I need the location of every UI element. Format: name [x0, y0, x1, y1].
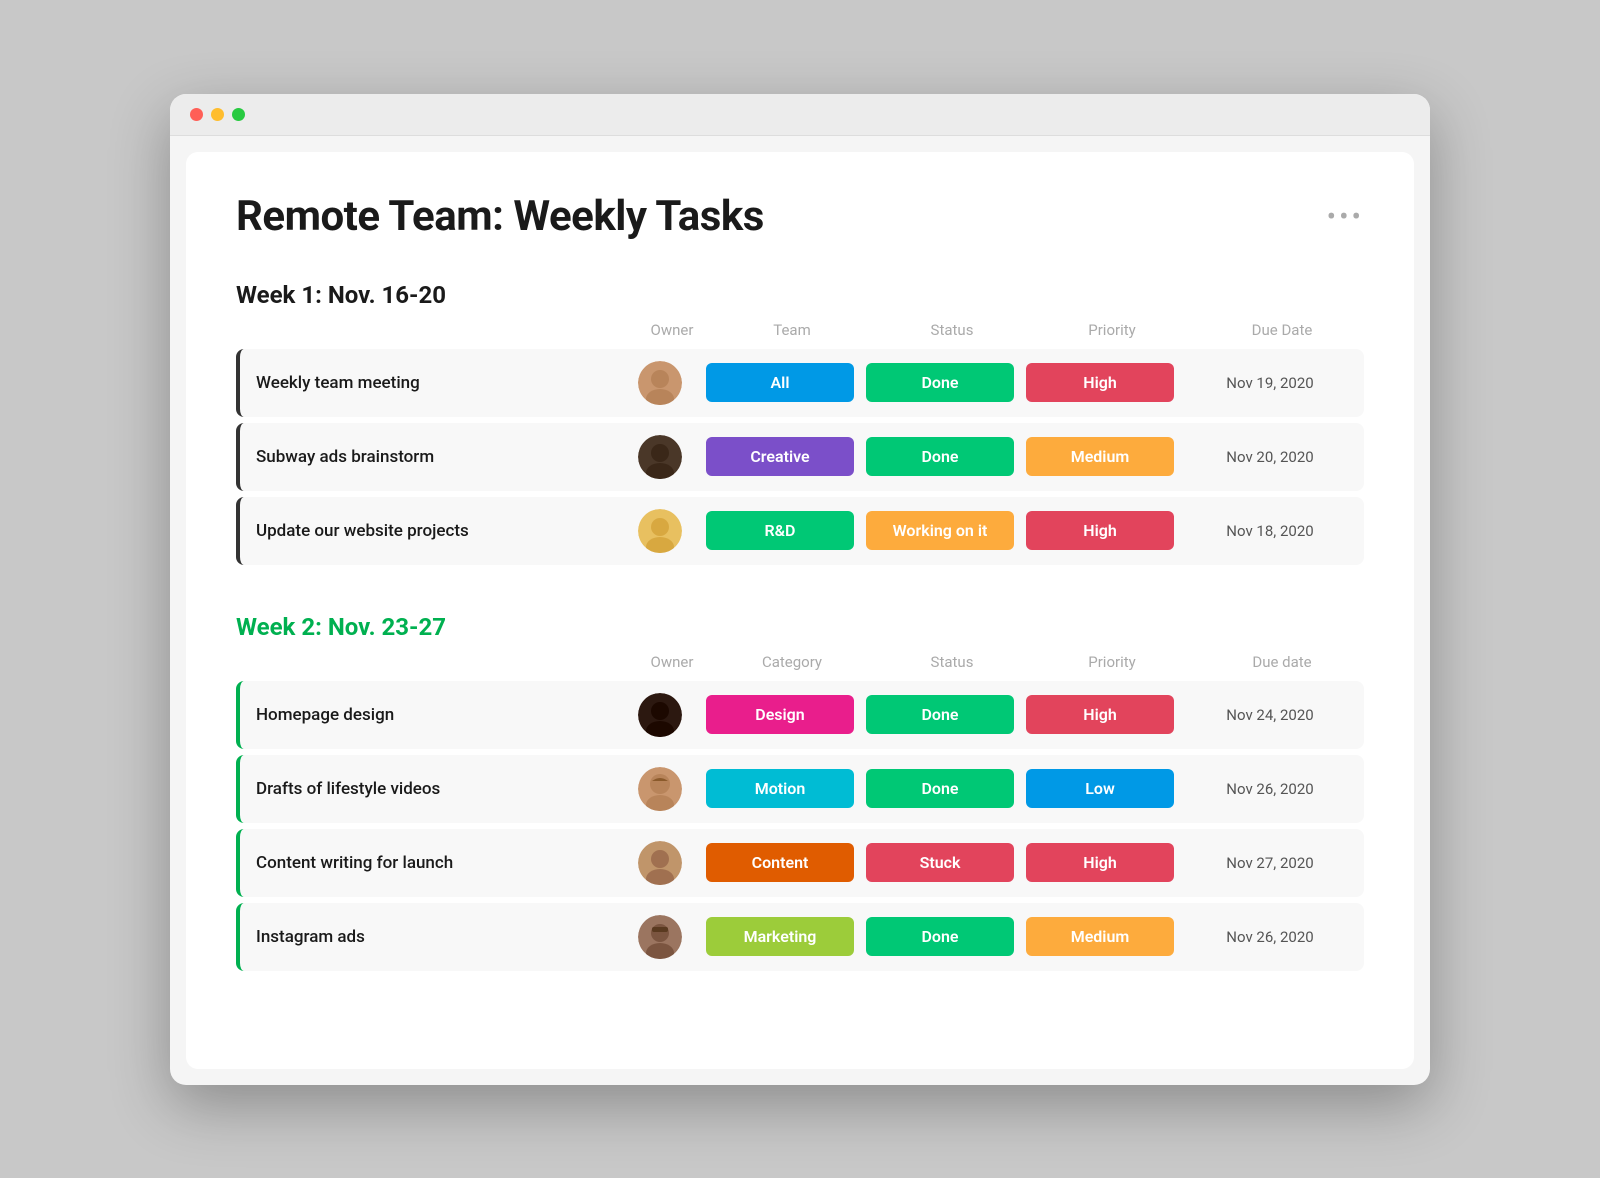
- col-priority-w2: Priority: [1032, 653, 1192, 671]
- avatar: [620, 361, 700, 405]
- week1-header: Week 1: Nov. 16-20: [236, 281, 1364, 309]
- task-name: Instagram ads: [240, 911, 620, 963]
- priority-badge[interactable]: High: [1020, 363, 1180, 402]
- avatar: [620, 841, 700, 885]
- table-row[interactable]: Homepage design Design Done High Nov 24,…: [236, 681, 1364, 749]
- table-row[interactable]: Update our website projects R&D Working …: [236, 497, 1364, 565]
- week2-task-list: Homepage design Design Done High Nov 24,…: [236, 681, 1364, 971]
- row-add-button[interactable]: +: [1360, 443, 1364, 471]
- minimize-dot[interactable]: [211, 108, 224, 121]
- priority-badge[interactable]: Low: [1020, 769, 1180, 808]
- priority-badge[interactable]: Medium: [1020, 437, 1180, 476]
- due-date: Nov 26, 2020: [1180, 780, 1360, 798]
- status-badge[interactable]: Done: [860, 769, 1020, 808]
- priority-badge[interactable]: High: [1020, 695, 1180, 734]
- app-window: Remote Team: Weekly Tasks ••• Week 1: No…: [170, 94, 1430, 1085]
- table-row[interactable]: Drafts of lifestyle videos Motion Done L…: [236, 755, 1364, 823]
- week2-title: Week 2: Nov. 23-27: [236, 613, 446, 641]
- task-name: Homepage design: [240, 689, 620, 741]
- task-name: Drafts of lifestyle videos: [240, 763, 620, 815]
- team-badge[interactable]: All: [700, 363, 860, 402]
- col-duedate-w2: Due date: [1192, 653, 1372, 671]
- row-add-button[interactable]: +: [1360, 849, 1364, 877]
- due-date: Nov 19, 2020: [1180, 374, 1360, 392]
- row-add-button[interactable]: +: [1360, 369, 1364, 397]
- week1-col-headers: Owner Team Status Priority Due Date: [236, 321, 1364, 345]
- table-row[interactable]: Content writing for launch Content Stuck…: [236, 829, 1364, 897]
- status-badge[interactable]: Stuck: [860, 843, 1020, 882]
- task-name: Weekly team meeting: [240, 357, 620, 409]
- week2-header: Week 2: Nov. 23-27: [236, 613, 1364, 641]
- status-badge[interactable]: Done: [860, 437, 1020, 476]
- task-name: Subway ads brainstorm: [240, 431, 620, 483]
- week2-col-headers: Owner Category Status Priority Due date: [236, 653, 1364, 677]
- team-badge[interactable]: R&D: [700, 511, 860, 550]
- col-team-w1: Team: [712, 321, 872, 339]
- avatar: [620, 693, 700, 737]
- team-badge[interactable]: Motion: [700, 769, 860, 808]
- table-row[interactable]: Weekly team meeting All Done High Nov 19…: [236, 349, 1364, 417]
- row-add-button[interactable]: +: [1360, 701, 1364, 729]
- due-date: Nov 24, 2020: [1180, 706, 1360, 724]
- week1-section: Week 1: Nov. 16-20 Owner Team Status Pri…: [236, 281, 1364, 565]
- row-add-button[interactable]: +: [1360, 517, 1364, 545]
- page-title: Remote Team: Weekly Tasks: [236, 192, 764, 241]
- col-status-w1: Status: [872, 321, 1032, 339]
- avatar: [620, 915, 700, 959]
- team-badge[interactable]: Content: [700, 843, 860, 882]
- due-date: Nov 18, 2020: [1180, 522, 1360, 540]
- team-badge[interactable]: Design: [700, 695, 860, 734]
- expand-dot[interactable]: [232, 108, 245, 121]
- more-menu-button[interactable]: •••: [1327, 200, 1364, 233]
- col-owner-w1: Owner: [632, 321, 712, 339]
- page-content: Remote Team: Weekly Tasks ••• Week 1: No…: [186, 152, 1414, 1069]
- due-date: Nov 26, 2020: [1180, 928, 1360, 946]
- week1-task-list: Weekly team meeting All Done High Nov 19…: [236, 349, 1364, 565]
- row-add-button[interactable]: +: [1360, 923, 1364, 951]
- col-duedate-w1: Due Date: [1192, 321, 1372, 339]
- table-row[interactable]: Instagram ads Marketing Done Medium Nov …: [236, 903, 1364, 971]
- col-owner-w2: Owner: [632, 653, 712, 671]
- due-date: Nov 27, 2020: [1180, 854, 1360, 872]
- task-name: Content writing for launch: [240, 837, 620, 889]
- table-row[interactable]: Subway ads brainstorm Creative Done Medi…: [236, 423, 1364, 491]
- due-date: Nov 20, 2020: [1180, 448, 1360, 466]
- priority-badge[interactable]: Medium: [1020, 917, 1180, 956]
- status-badge[interactable]: Done: [860, 695, 1020, 734]
- priority-badge[interactable]: High: [1020, 511, 1180, 550]
- avatar: [620, 767, 700, 811]
- status-badge[interactable]: Done: [860, 363, 1020, 402]
- title-bar: [170, 94, 1430, 136]
- week1-title: Week 1: Nov. 16-20: [236, 281, 446, 309]
- task-name: Update our website projects: [240, 505, 620, 557]
- status-badge[interactable]: Working on it: [860, 511, 1020, 550]
- avatar: [620, 509, 700, 553]
- row-add-button[interactable]: +: [1360, 775, 1364, 803]
- week2-section: Week 2: Nov. 23-27 Owner Category Status…: [236, 613, 1364, 971]
- col-category-w2: Category: [712, 653, 872, 671]
- team-badge[interactable]: Creative: [700, 437, 860, 476]
- col-priority-w1: Priority: [1032, 321, 1192, 339]
- page-header: Remote Team: Weekly Tasks •••: [236, 192, 1364, 241]
- team-badge[interactable]: Marketing: [700, 917, 860, 956]
- avatar: [620, 435, 700, 479]
- col-status-w2: Status: [872, 653, 1032, 671]
- status-badge[interactable]: Done: [860, 917, 1020, 956]
- priority-badge[interactable]: High: [1020, 843, 1180, 882]
- close-dot[interactable]: [190, 108, 203, 121]
